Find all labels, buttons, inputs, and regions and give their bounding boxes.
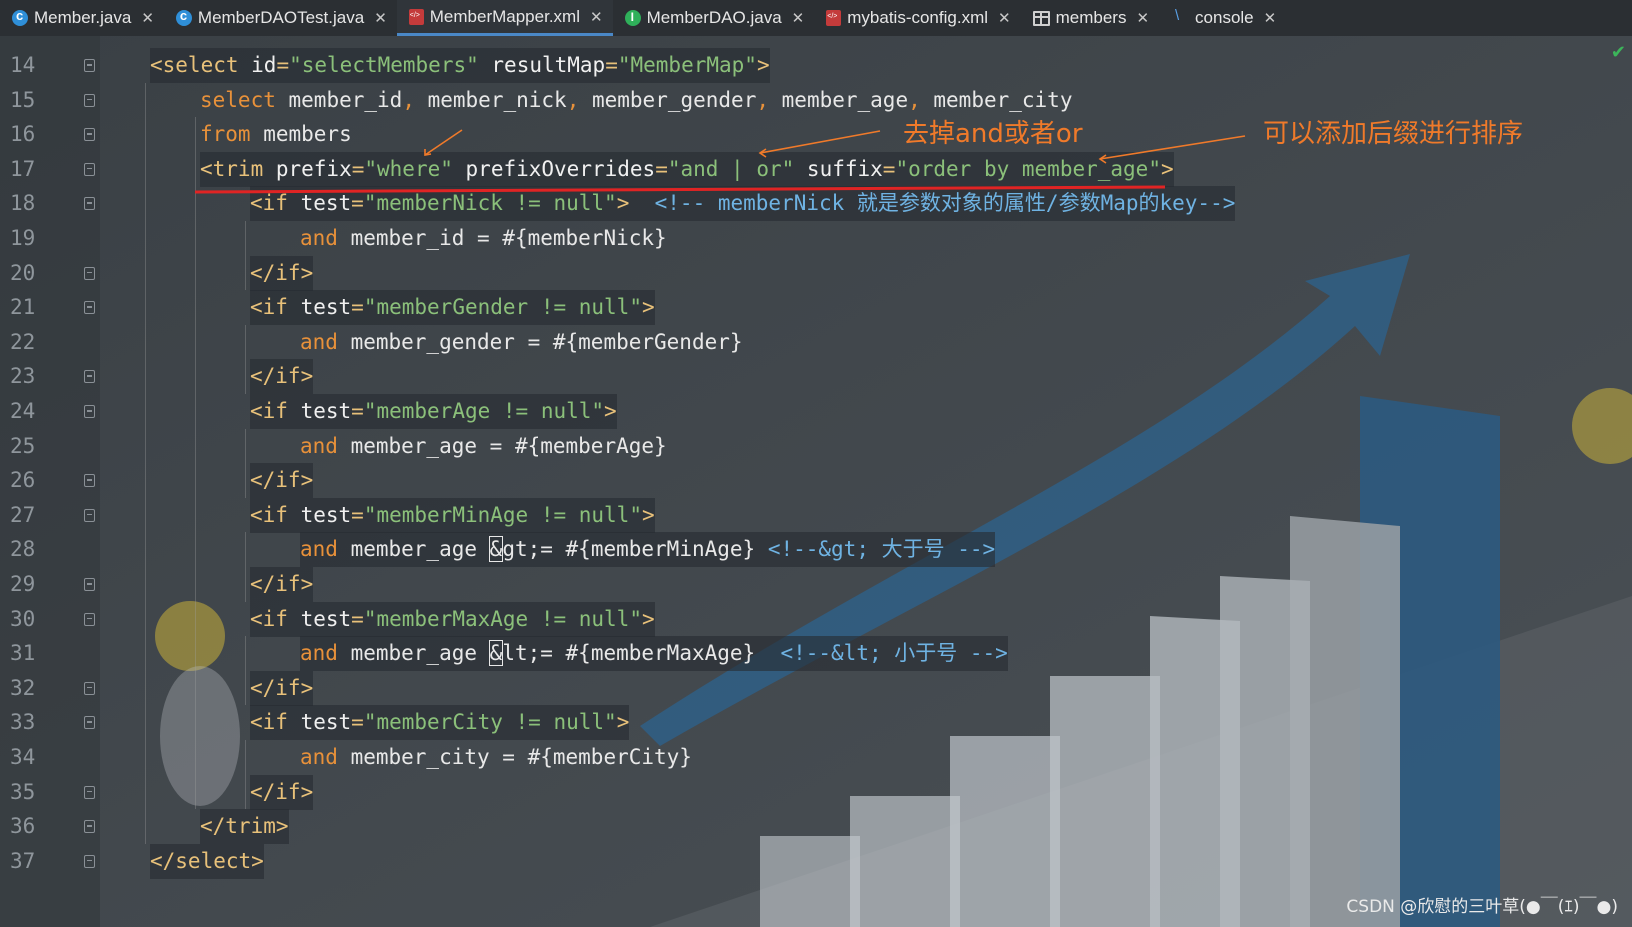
annotation-arrow-suffix <box>1099 135 1246 160</box>
annotation-arrow-prefix <box>424 129 463 156</box>
annotation-arrow-overrides <box>759 130 881 154</box>
csdn-watermark: CSDN @欣慰的三叶草(●￣(ｴ)￣●) <box>1346 897 1618 917</box>
trim-underline <box>194 185 1166 194</box>
annotation-remove-and-or: 去掉and或者or <box>903 119 1083 149</box>
annotation-add-suffix-sort: 可以添加后缀进行排序 <box>1263 119 1524 149</box>
inspection-ok-icon: ✔ <box>1610 42 1626 63</box>
